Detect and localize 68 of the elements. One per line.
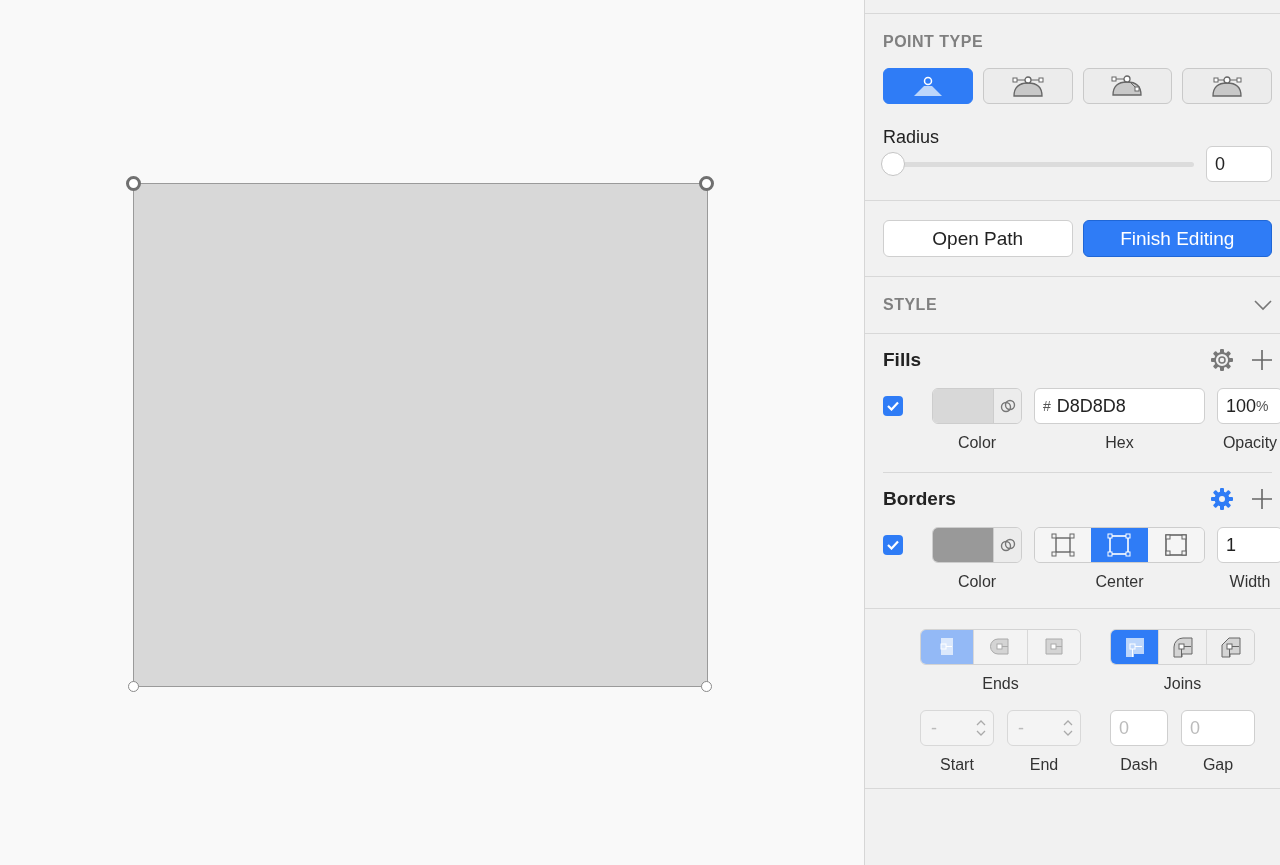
hex-field[interactable]: # D8D8D8 (1034, 388, 1205, 424)
field-label: Opacity (1221, 434, 1279, 452)
point-handle[interactable] (698, 175, 714, 191)
border-position-icon (1107, 533, 1132, 557)
field-label: Gap (1201, 756, 1235, 774)
border-position-control[interactable] (1034, 527, 1205, 563)
group-title: Fills (883, 349, 921, 371)
stepper-placeholder: - (931, 717, 937, 739)
linked-rings-icon[interactable] (999, 537, 1016, 553)
checkmark-icon (887, 540, 899, 550)
color-well[interactable] (932, 527, 1022, 563)
line-join-control[interactable] (1110, 629, 1255, 665)
point-handle[interactable] (127, 680, 139, 692)
section-title: STYLE (883, 296, 938, 314)
point-type-button[interactable] (982, 68, 1073, 104)
field-label: End (1028, 756, 1060, 774)
border-position-icon (1051, 533, 1076, 557)
field-label: Center (1094, 573, 1145, 591)
stepper-placeholder: - (1018, 717, 1024, 739)
radius-field[interactable]: 0 (1206, 146, 1272, 182)
radius-slider[interactable] (883, 152, 1194, 176)
border-position-button[interactable] (1091, 528, 1148, 562)
round-join-icon (1170, 635, 1195, 659)
path-button[interactable]: Open Path (883, 220, 1073, 257)
hex-value: D8D8D8 (1056, 395, 1126, 417)
add-icon[interactable] (1252, 489, 1272, 509)
slider-thumb[interactable] (881, 152, 905, 176)
linked-rings-icon[interactable] (999, 398, 1016, 414)
field-label: Start (939, 756, 975, 774)
curve-point-icon (1210, 75, 1245, 97)
section-title: POINT TYPE (883, 32, 985, 51)
opacity-field[interactable]: 100% (1217, 388, 1280, 424)
chevron-down-icon[interactable] (1254, 299, 1272, 311)
dash-field[interactable]: 0 (1181, 710, 1255, 746)
hash-label: # (1043, 398, 1051, 414)
point-handle[interactable] (125, 175, 141, 191)
field-label: Joins (1162, 675, 1203, 693)
radius-label: Radius (883, 127, 941, 148)
group-title: Borders (883, 488, 956, 510)
field-label: Width (1228, 573, 1272, 591)
field-label: Ends (981, 675, 1020, 693)
point-type-button[interactable] (1082, 68, 1173, 104)
percent-label: % (1256, 398, 1269, 414)
field-label: Dash (1119, 756, 1159, 774)
border-position-icon (1163, 533, 1188, 557)
add-icon[interactable] (1252, 350, 1272, 370)
field-label: Color (956, 434, 998, 452)
border-position-button[interactable] (1147, 528, 1204, 562)
line-join-button[interactable] (1111, 630, 1159, 664)
opacity-value: 100 (1226, 395, 1257, 417)
settings-icon[interactable] (1210, 348, 1234, 372)
settings-icon[interactable] (1210, 487, 1234, 511)
field-label: Hex (1104, 434, 1135, 452)
color-well[interactable] (932, 388, 1022, 424)
path-button[interactable]: Finish Editing (1082, 220, 1272, 257)
field-label: Color (956, 573, 998, 591)
border-position-button[interactable] (1035, 528, 1092, 562)
checkmark-icon (887, 401, 899, 411)
curve-point-icon (1110, 74, 1145, 98)
width-field[interactable]: 1 (1217, 527, 1280, 563)
checkbox[interactable] (883, 396, 903, 416)
point-type-button[interactable] (883, 68, 973, 104)
checkbox[interactable] (883, 535, 903, 555)
curve-point-icon (1010, 75, 1045, 97)
point-handle[interactable] (700, 680, 712, 692)
bevel-join-icon (1218, 635, 1243, 659)
point-type-button[interactable] (1182, 68, 1272, 104)
dash-field[interactable]: 0 (1110, 710, 1168, 746)
